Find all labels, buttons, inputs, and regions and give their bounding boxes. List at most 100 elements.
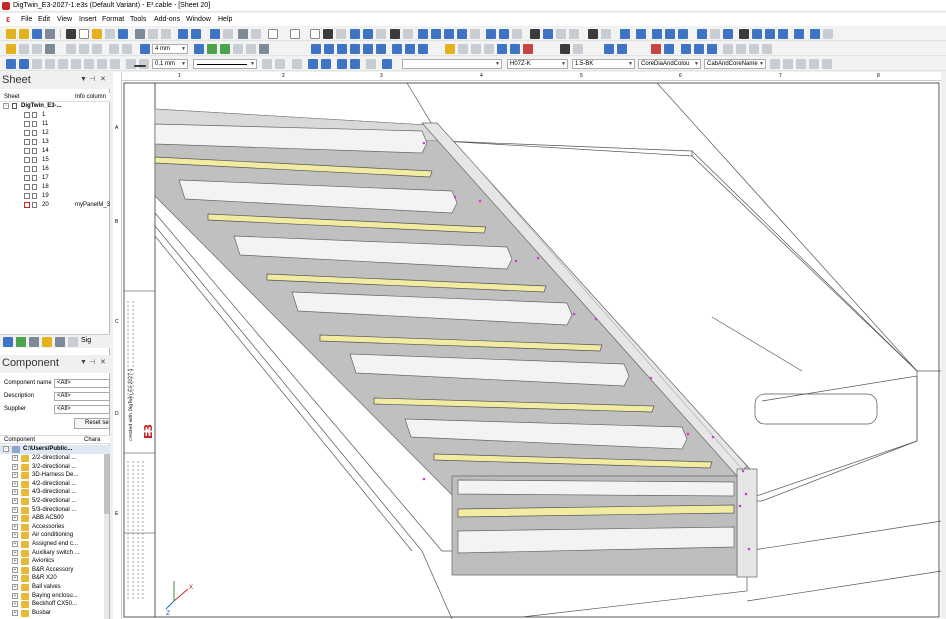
block-icon[interactable] bbox=[617, 44, 627, 54]
device-icon-1[interactable] bbox=[311, 44, 321, 54]
shield-icon[interactable] bbox=[382, 59, 392, 69]
harness-icon[interactable] bbox=[694, 44, 704, 54]
connect-icon[interactable] bbox=[601, 29, 611, 39]
underline-icon[interactable] bbox=[822, 59, 832, 69]
right-scrollbar[interactable] bbox=[941, 72, 946, 619]
menu-addons[interactable]: Add-ons bbox=[154, 15, 180, 24]
align-center-icon[interactable] bbox=[19, 59, 29, 69]
sheet-item[interactable]: 16 bbox=[0, 165, 110, 174]
rotate-icon[interactable] bbox=[97, 59, 107, 69]
expand-icon[interactable]: + bbox=[12, 498, 18, 504]
zoom-prev-icon[interactable] bbox=[470, 29, 480, 39]
zoom-all-icon[interactable] bbox=[499, 29, 509, 39]
save-icon[interactable] bbox=[32, 29, 42, 39]
device-icon-3[interactable] bbox=[337, 44, 347, 54]
zoom-in-icon[interactable] bbox=[418, 29, 428, 39]
layer-off-icon[interactable] bbox=[710, 29, 720, 39]
description-input[interactable]: <All> bbox=[54, 392, 110, 401]
ungroup-icon[interactable] bbox=[251, 29, 261, 39]
component-name-input[interactable]: <All> bbox=[54, 379, 110, 388]
table-icon[interactable] bbox=[543, 29, 553, 39]
sheet-icon[interactable] bbox=[778, 29, 788, 39]
node-icon[interactable] bbox=[337, 59, 347, 69]
arc-icon[interactable] bbox=[403, 29, 413, 39]
tile-icon[interactable] bbox=[794, 29, 804, 39]
menu-edit[interactable]: Edit bbox=[38, 15, 50, 24]
align-right-icon[interactable] bbox=[32, 59, 42, 69]
supplier-input[interactable]: <All> bbox=[54, 405, 110, 414]
cube-section-icon[interactable] bbox=[418, 44, 428, 54]
delete-conn-icon[interactable] bbox=[651, 44, 661, 54]
component-col-label[interactable]: Component bbox=[4, 437, 35, 444]
expand-icon[interactable]: + bbox=[12, 463, 18, 470]
select-icon[interactable] bbox=[290, 29, 300, 39]
monitor-icon[interactable] bbox=[739, 29, 749, 39]
line-width-combo[interactable]: 4 mm ▼ bbox=[152, 44, 188, 54]
pin-icon[interactable]: ⊣ bbox=[89, 76, 95, 84]
signal-combo[interactable]: ▼ bbox=[402, 59, 502, 69]
expand-icon[interactable]: + bbox=[12, 489, 18, 496]
wire-spec-combo[interactable]: 1.5-BK ▼ bbox=[572, 59, 635, 69]
signal-tab-icon[interactable] bbox=[68, 337, 78, 347]
twist-icon[interactable] bbox=[366, 59, 376, 69]
info-col-label[interactable]: Info column bbox=[75, 94, 106, 101]
sheet-checkbox[interactable] bbox=[24, 148, 30, 154]
sheet-tree-root[interactable]: - DigTwin_E3-... bbox=[0, 102, 110, 111]
sheet-item[interactable]: 1 bbox=[0, 111, 110, 120]
menu-insert[interactable]: Insert bbox=[79, 15, 97, 24]
shape-circle-icon[interactable] bbox=[109, 44, 119, 54]
node-2-icon[interactable] bbox=[350, 59, 360, 69]
fit-width-icon[interactable] bbox=[620, 29, 630, 39]
sheet-checkbox[interactable] bbox=[24, 130, 30, 136]
flip-icon[interactable] bbox=[110, 59, 120, 69]
image-icon[interactable] bbox=[45, 44, 55, 54]
sheet-checkbox[interactable] bbox=[24, 202, 30, 208]
sheet-item[interactable]: 11 bbox=[0, 120, 110, 129]
cube-icon[interactable] bbox=[392, 44, 402, 54]
pen-width-combo[interactable]: 0.1 mm ▼ bbox=[152, 59, 188, 69]
print-icon[interactable] bbox=[178, 29, 188, 39]
expand-icon[interactable]: + bbox=[12, 558, 18, 565]
pin-dropdown-icon[interactable]: ▼ bbox=[80, 76, 87, 84]
sheet-checkbox[interactable] bbox=[24, 139, 30, 145]
scroll-thumb[interactable] bbox=[104, 454, 109, 514]
label-mode-combo[interactable]: CabAndCoreName ▼ bbox=[704, 59, 766, 69]
component-tree-root[interactable]: - C:\Users\Public... bbox=[0, 445, 110, 454]
cut-icon[interactable] bbox=[66, 29, 76, 39]
expand-icon[interactable]: + bbox=[12, 523, 18, 530]
find-icon[interactable] bbox=[148, 29, 158, 39]
check-icon[interactable] bbox=[664, 44, 674, 54]
display-mode-combo[interactable]: CoreDiaAndColou ▼ bbox=[638, 59, 701, 69]
harness-3-icon[interactable] bbox=[723, 44, 733, 54]
duct-icon[interactable] bbox=[445, 44, 455, 54]
menu-format[interactable]: Format bbox=[102, 15, 124, 24]
device-icon-6[interactable] bbox=[376, 44, 386, 54]
sheet-item[interactable]: 15 bbox=[0, 156, 110, 165]
drawing-canvas[interactable]: created with DigTwin_E3-2027-1 E3 X Z bbox=[122, 81, 941, 619]
expand-icon[interactable]: + bbox=[12, 515, 18, 522]
cable-tab-icon[interactable] bbox=[55, 337, 65, 347]
device-tab-icon[interactable] bbox=[16, 337, 26, 347]
close-icon[interactable]: ✕ bbox=[100, 76, 106, 84]
cascade-icon[interactable] bbox=[810, 29, 820, 39]
export-icon[interactable] bbox=[268, 29, 278, 39]
pin-icon[interactable] bbox=[140, 44, 150, 54]
grid-show-icon[interactable] bbox=[32, 44, 42, 54]
layout-icon[interactable] bbox=[752, 29, 762, 39]
terminal-icon[interactable] bbox=[604, 44, 614, 54]
expand-icon[interactable]: + bbox=[12, 455, 18, 461]
ellipse-icon[interactable] bbox=[233, 44, 243, 54]
component-scrollbar[interactable] bbox=[104, 454, 109, 619]
ortho-icon[interactable] bbox=[569, 29, 579, 39]
harness-5-icon[interactable] bbox=[749, 44, 759, 54]
grid-icon[interactable] bbox=[530, 29, 540, 39]
copy-icon[interactable] bbox=[79, 29, 89, 39]
collapse-icon[interactable]: - bbox=[3, 446, 9, 452]
wire-type-combo[interactable]: H07Z-K ▼ bbox=[507, 59, 568, 69]
expand-icon[interactable]: + bbox=[12, 566, 18, 573]
comp-pin-icon[interactable]: ⊣ bbox=[89, 359, 95, 367]
menu-file[interactable]: File bbox=[21, 15, 32, 24]
cable-icon[interactable] bbox=[560, 44, 570, 54]
replace-icon[interactable] bbox=[161, 29, 171, 39]
hole-icon[interactable] bbox=[497, 44, 507, 54]
